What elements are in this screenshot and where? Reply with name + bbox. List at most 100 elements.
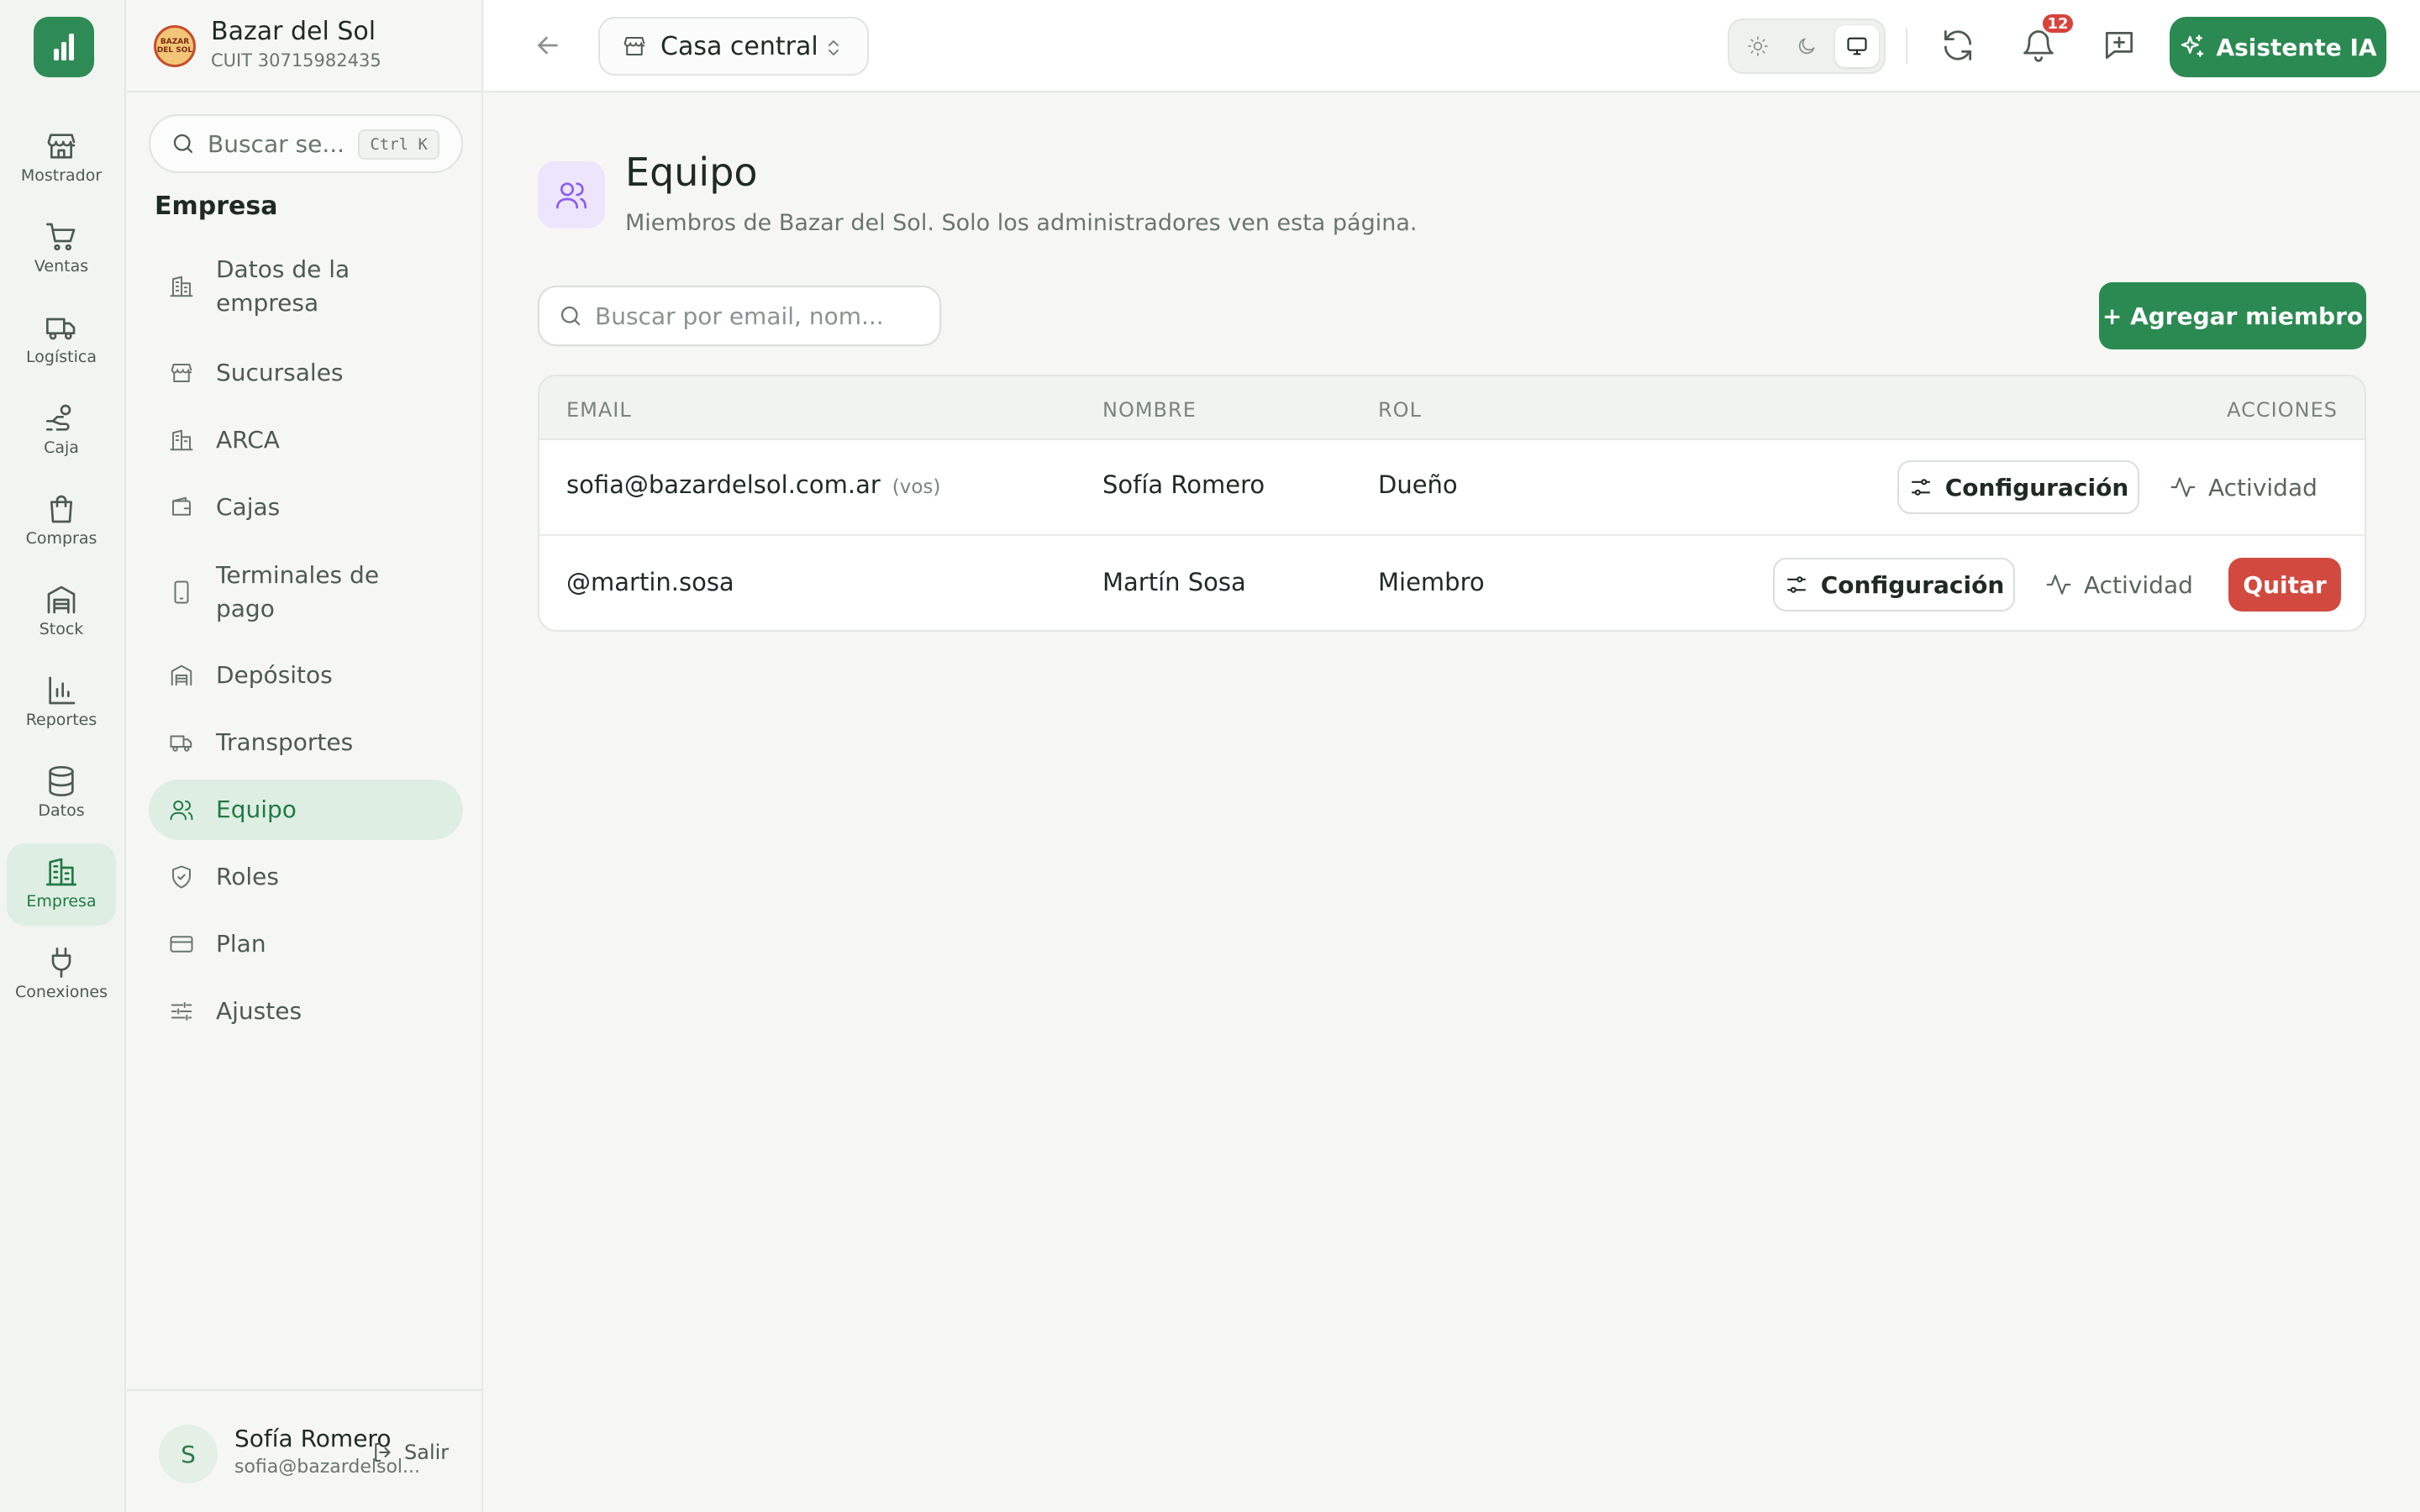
nav-item-label: Cajas <box>216 493 281 521</box>
nav-item-plan[interactable]: Plan <box>149 914 463 974</box>
column-header-role: ROL <box>1378 398 1422 422</box>
member-name: Sofía Romero <box>1102 470 1265 499</box>
message-plus-icon <box>2105 31 2133 60</box>
nav-item-equipo[interactable]: Equipo <box>149 780 463 840</box>
nav-item-label: Ajustes <box>216 997 302 1025</box>
settings-sliders-icon <box>1911 479 1930 496</box>
refresh-button[interactable] <box>1939 27 1976 64</box>
member-search-placeholder: Buscar por email, nom... <box>595 302 884 330</box>
nav-item-label: Plan <box>216 930 266 958</box>
member-email: @martin.sosa <box>566 568 734 596</box>
rail-label: Stock <box>39 620 84 638</box>
activity-icon <box>2046 575 2071 595</box>
activity-button[interactable]: Actividad <box>2045 558 2193 612</box>
user-avatar[interactable]: S <box>159 1425 218 1483</box>
page-title: Equipo <box>625 150 758 195</box>
panel-section-title: Empresa <box>155 192 278 221</box>
you-tag: (vos) <box>892 476 941 498</box>
activity-button[interactable]: Actividad <box>2170 460 2317 514</box>
chevrons-up-down-icon <box>829 40 839 55</box>
building-icon <box>170 276 193 297</box>
nav-item-label: Transportes <box>216 728 354 756</box>
nav-item-transportes[interactable]: Transportes <box>149 712 463 773</box>
rail-label: Mostrador <box>20 166 103 185</box>
company-name: Bazar del Sol <box>211 17 376 46</box>
rail-item-compras[interactable]: Compras <box>7 480 116 563</box>
store-icon <box>623 37 645 55</box>
users-icon <box>170 801 193 821</box>
configuration-button[interactable]: Configuración <box>1773 558 2015 612</box>
arrow-left-icon <box>538 36 558 55</box>
company-header[interactable]: BAZAR DEL SOL Bazar del Sol CUIT 3071598… <box>127 0 483 92</box>
app-rail: Mostrador Ventas Logística Caja Compras … <box>0 0 126 1512</box>
theme-system-button[interactable] <box>1835 25 1879 67</box>
feedback-button[interactable] <box>2101 27 2138 64</box>
logout-button[interactable]: Salir <box>371 1440 449 1465</box>
column-header-actions: ACCIONES <box>2227 398 2338 422</box>
member-search-input[interactable]: Buscar por email, nom... <box>538 286 941 346</box>
smartphone-icon <box>174 580 189 604</box>
configuration-label: Configuración <box>1820 570 2005 599</box>
nav-item-roles[interactable]: Roles <box>149 847 463 907</box>
user-footer: S Sofía Romero sofia@bazardelsol... Sali… <box>127 1389 483 1512</box>
nav-item-depositos[interactable]: Depósitos <box>149 645 463 706</box>
branch-select[interactable]: Casa central <box>598 17 869 76</box>
members-table: EMAIL NOMBRE ROL ACCIONES sofia@bazardel… <box>538 375 2366 632</box>
remove-member-button[interactable]: Quitar <box>2228 558 2341 612</box>
column-header-name: NOMBRE <box>1102 398 1197 422</box>
rail-item-ventas[interactable]: Ventas <box>7 208 116 291</box>
panel-search-input[interactable]: Buscar se... Ctrl K <box>149 114 463 173</box>
logout-label: Salir <box>404 1441 450 1464</box>
search-icon <box>173 134 193 154</box>
rail-item-stock[interactable]: Stock <box>7 571 116 654</box>
credit-card-icon <box>170 936 193 953</box>
rail-item-empresa[interactable]: Empresa <box>7 843 116 926</box>
rail-item-mostrador[interactable]: Mostrador <box>7 118 116 200</box>
configuration-label: Configuración <box>1944 473 2129 501</box>
rail-item-conexiones[interactable]: Conexiones <box>7 934 116 1016</box>
sparkles-icon <box>2181 34 2204 57</box>
table-header: EMAIL NOMBRE ROL ACCIONES <box>539 376 2365 440</box>
rail-item-reportes[interactable]: Reportes <box>7 662 116 744</box>
nav-item-label: Roles <box>216 863 279 890</box>
company-logo-text: BAZAR DEL SOL <box>156 38 193 55</box>
theme-dark-button[interactable] <box>1785 25 1828 67</box>
store-icon <box>171 364 192 382</box>
landmark-icon <box>170 429 193 451</box>
refresh-icon <box>1944 30 1972 60</box>
cart-icon <box>46 223 76 251</box>
nav-item-arca[interactable]: ARCA <box>149 410 463 470</box>
warehouse-icon <box>171 664 192 686</box>
search-shortcut: Ctrl K <box>358 129 439 160</box>
configuration-button[interactable]: Configuración <box>1897 460 2139 514</box>
truck-icon <box>170 735 192 752</box>
member-name: Martín Sosa <box>1102 568 1246 596</box>
ai-assistant-button[interactable]: Asistente IA <box>2170 17 2386 77</box>
activity-label: Actividad <box>2084 570 2193 599</box>
nav-item-label: Terminales de pago <box>216 561 380 622</box>
member-role: Miembro <box>1378 568 1485 596</box>
moon-icon <box>1798 38 1815 55</box>
wallet-icon <box>172 496 191 516</box>
settings-sliders-icon <box>1786 576 1806 593</box>
nav-item-ajustes[interactable]: Ajustes <box>149 981 463 1042</box>
page-icon <box>538 161 605 228</box>
nav-item-label: Depósitos <box>216 661 333 689</box>
nav-item-sucursales[interactable]: Sucursales <box>149 343 463 403</box>
theme-light-button[interactable] <box>1736 25 1780 67</box>
nav-item-cajas[interactable]: Cajas <box>149 477 463 538</box>
rail-item-datos[interactable]: Datos <box>7 753 116 835</box>
company-logo: BAZAR DEL SOL <box>154 25 196 67</box>
user-name: Sofía Romero <box>234 1425 392 1452</box>
nav-item-label: Sucursales <box>216 359 344 386</box>
nav-item-datos-empresa[interactable]: Datos de la empresa <box>149 249 463 324</box>
column-header-email: EMAIL <box>566 398 632 422</box>
rail-item-logistica[interactable]: Logística <box>7 299 116 381</box>
ai-assistant-label: Asistente IA <box>2216 33 2377 61</box>
nav-item-terminales[interactable]: Terminales de pago <box>149 554 463 630</box>
app-logo[interactable] <box>34 17 94 77</box>
rail-item-caja[interactable]: Caja <box>7 390 116 472</box>
topbar-divider <box>1906 29 1907 64</box>
back-button[interactable] <box>533 30 563 60</box>
add-member-button[interactable]: + Agregar miembro <box>2099 282 2366 349</box>
